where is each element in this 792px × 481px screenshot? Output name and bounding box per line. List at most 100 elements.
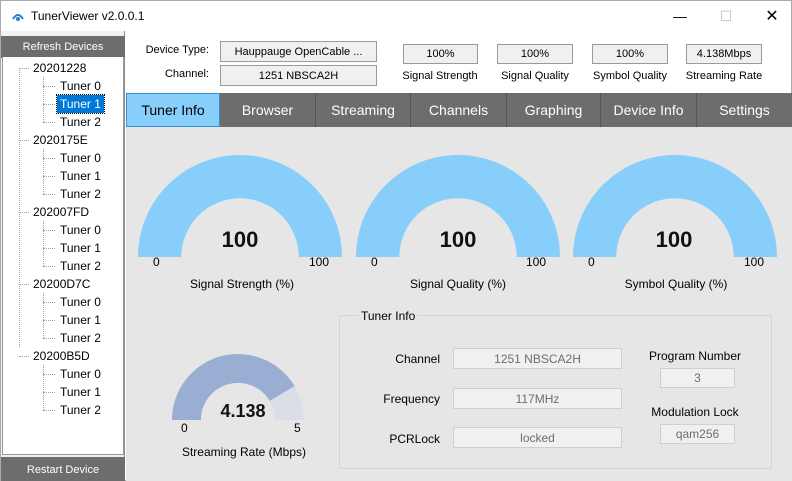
modulation-lock-label: Modulation Lock [651,405,739,419]
window-title: TunerViewer v2.0.0.1 [31,9,145,23]
gauge-min-label: 0 [371,255,378,269]
device-sidebar: Refresh Devices 20201228 Tuner 0 Tuner 1 Tu… [1,31,125,481]
tree-device-node[interactable]: 20200D7C [30,275,93,293]
modulation-lock-field: qam256 [660,424,735,444]
tree-tuner-node[interactable]: Tuner 1 [57,239,104,257]
program-number-label: Program Number [648,349,742,363]
gauge-min-label: 0 [153,255,160,269]
tree-tuner-node[interactable]: Tuner 0 [57,77,104,95]
tree-connector [43,176,55,177]
tree-tuner-node[interactable]: Tuner 1 [57,383,104,401]
tree-connector [43,293,44,338]
device-type-value: Hauppauge OpenCable ... [220,41,377,62]
tree-tuner-node[interactable]: Tuner 2 [57,113,104,131]
tab-settings[interactable]: Settings [697,93,792,127]
tab-graphing[interactable]: Graphing [507,93,601,127]
title-bar: TunerViewer v2.0.0.1 — ☐ ✕ [1,1,791,31]
tree-device-node[interactable]: 20200B5D [30,347,93,365]
tree-connector [43,365,44,410]
tree-connector [19,212,29,213]
tree-connector [43,410,55,411]
tree-connector [43,77,44,122]
tree-tuner-node[interactable]: Tuner 2 [57,185,104,203]
tab-channels[interactable]: Channels [411,93,507,127]
minimize-button[interactable]: — [657,1,703,31]
tree-connector [43,320,55,321]
tab-label: Browser [241,102,294,118]
tree-connector [43,302,55,303]
device-tree[interactable]: 20201228 Tuner 0 Tuner 1 Tuner 2 2020175E Tun… [2,57,124,455]
tab-device-info[interactable]: Device Info [601,93,697,127]
tree-tuner-node[interactable]: Tuner 1 [57,167,104,185]
minimize-icon: — [673,8,687,24]
tree-connector [43,230,55,231]
symbol-quality-caption: Symbol Quality [593,70,667,82]
frequency-label: Frequency [383,392,440,406]
maximize-button[interactable]: ☐ [703,1,749,31]
tab-label: Graphing [524,102,583,118]
tree-connector [19,68,29,69]
tree-connector [43,392,55,393]
app-icon [12,14,24,21]
tree-connector [19,140,29,141]
tree-tuner-node[interactable]: Tuner 0 [57,365,104,383]
maximize-icon: ☐ [719,7,733,24]
tab-tuner-info[interactable]: Tuner Info [126,93,220,127]
channel-label: Channel: [164,68,209,80]
device-type-label: Device Type: [145,44,209,56]
tree-connector [43,374,55,375]
tree-tuner-node[interactable]: Tuner 2 [57,329,104,347]
tab-label: Tuner Info [141,102,205,118]
tree-tuner-node[interactable]: Tuner 2 [57,401,104,419]
tree-device-node[interactable]: 2020175E [30,131,91,149]
pcrlock-label: PCRLock [389,432,440,446]
signal-quality-stat: 100% [497,44,573,64]
tuner-info-group-title: Tuner Info [359,309,418,323]
signal-strength-stat: 100% [403,44,478,64]
tree-tuner-node[interactable]: Tuner 0 [57,293,104,311]
gauge-max-label: 5 [294,421,301,435]
streaming-rate-caption: Streaming Rate [685,70,763,82]
tab-browser[interactable]: Browser [220,93,316,127]
close-button[interactable]: ✕ [749,1,792,31]
channel-info-label: Channel [395,352,440,366]
signal-quality-gauge-value: 100 [439,227,477,252]
tab-label: Channels [428,102,489,118]
tree-connector [43,158,55,159]
tree-connector [19,356,29,357]
gauge-max-label: 100 [744,255,765,269]
tree-tuner-node[interactable]: Tuner 1 [56,94,105,114]
close-icon: ✕ [765,8,779,25]
signal-quality-caption: Signal Quality [501,70,569,82]
tree-tuner-node[interactable]: Tuner 0 [57,221,104,239]
tree-tuner-node[interactable]: Tuner 1 [57,311,104,329]
tree-device-node[interactable]: 20201228 [30,59,89,77]
refresh-devices-button[interactable]: Refresh Devices [1,36,125,58]
gauge-min-label: 0 [181,421,188,435]
tree-connector [43,86,55,87]
tree-connector [43,104,55,105]
pcrlock-field: locked [453,427,622,448]
tab-bar: Tuner Info Browser Streaming Channels Gr… [126,93,792,127]
symbol-quality-stat: 100% [592,44,668,64]
tree-tuner-node[interactable]: Tuner 0 [57,149,104,167]
channel-value: 1251 NBSCA2H [220,65,377,86]
tree-connector [43,221,44,266]
frequency-field: 117MHz [453,388,622,409]
tree-device-node[interactable]: 202007FD [30,203,92,221]
streaming-rate-stat: 4.138Mbps [686,44,762,64]
tree-connector [19,68,20,347]
tab-label: Device Info [613,102,684,118]
tree-tuner-node[interactable]: Tuner 2 [57,257,104,275]
tree-connector [43,194,55,195]
gauge-max-label: 100 [526,255,547,269]
program-number-field: 3 [660,368,735,388]
tree-connector [43,122,55,123]
tab-streaming[interactable]: Streaming [316,93,411,127]
signal-strength-gauge-caption: Signal Strength (%) [189,277,295,291]
signal-quality-gauge-caption: Signal Quality (%) [409,277,507,291]
restart-device-button[interactable]: Restart Device [1,457,125,481]
tree-connector [43,338,55,339]
tab-label: Settings [719,102,770,118]
tuner-info-panel: 100 0 100 Signal Strength (%) 100 0 100 … [126,127,792,481]
